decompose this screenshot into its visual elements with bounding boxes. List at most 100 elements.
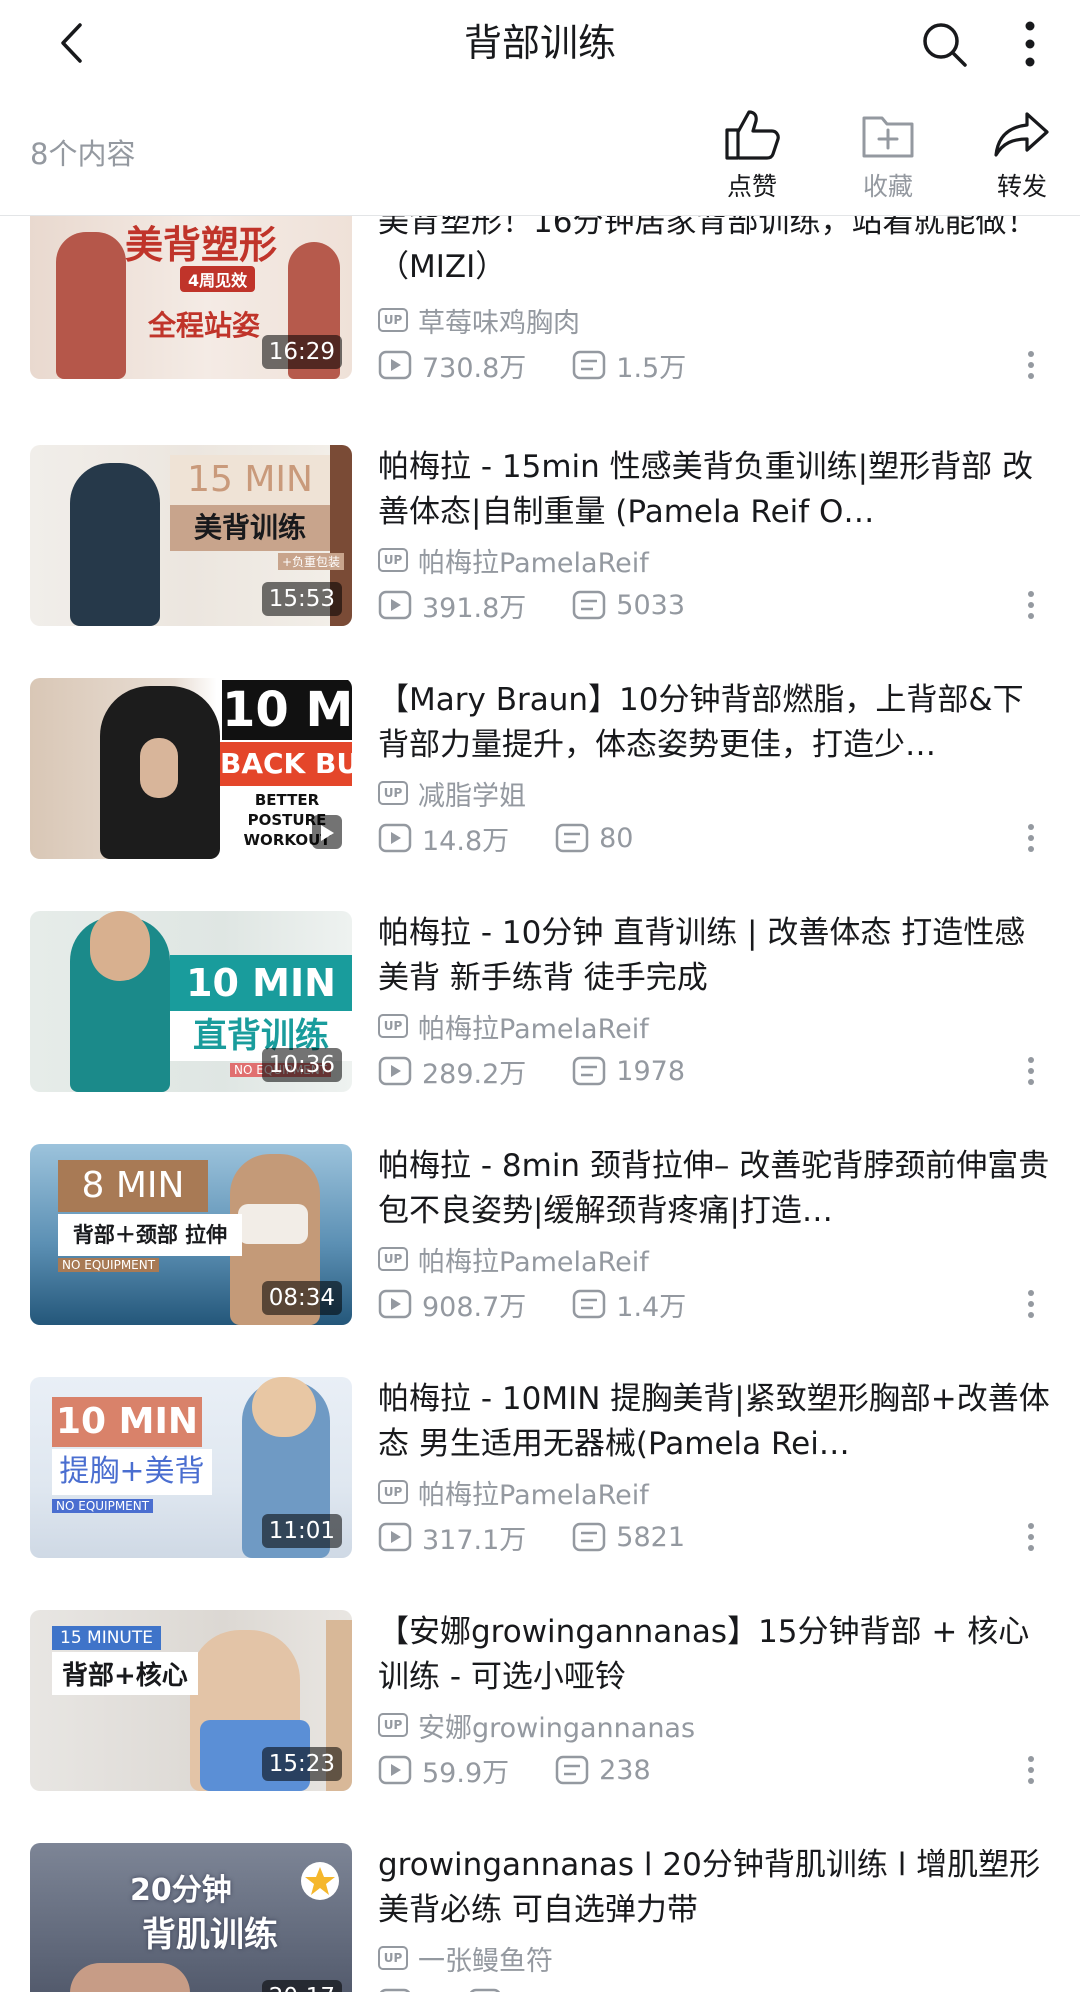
folder-add-icon: [862, 116, 914, 158]
up-badge-icon: UP: [378, 1713, 408, 1737]
play-count-icon: [378, 1522, 412, 1552]
stats-row: [378, 1985, 558, 1992]
uploader-name: 减脂学姐: [418, 780, 526, 812]
share-button[interactable]: 转发: [972, 106, 1072, 212]
up-badge-icon: UP: [378, 1946, 408, 1970]
video-title[interactable]: growingannanas l 20分钟背肌训练 l 增肌塑形美背必练 可自选…: [378, 1843, 1050, 1933]
collection-action-bar: 8个内容 点赞 收藏 转发: [0, 86, 1080, 216]
more-options-button[interactable]: [1010, 14, 1050, 74]
stats-row: 730.8万 1.5万: [378, 346, 732, 385]
uploader-row[interactable]: UP 安娜growingannanas: [378, 1708, 695, 1744]
video-thumbnail[interactable]: 美背塑形 4周见效 全程站姿 16:29: [30, 216, 352, 379]
share-label: 转发: [996, 172, 1047, 201]
view-count: 289.2万: [378, 1052, 526, 1091]
item-more-button[interactable]: [1016, 345, 1046, 385]
favorite-button[interactable]: 收藏: [838, 106, 938, 212]
video-title[interactable]: 帕梅拉 - 10分钟 直背训练 | 改善体态 打造性感美背 新手练背 徒手完成: [378, 911, 1050, 1001]
uploader-row[interactable]: UP 帕梅拉PamelaReif: [378, 543, 649, 579]
up-badge-icon: UP: [378, 1247, 408, 1271]
item-more-button[interactable]: [1016, 1051, 1046, 1091]
item-more-button[interactable]: [1016, 585, 1046, 625]
like-button[interactable]: 点赞: [702, 106, 802, 212]
back-chevron-icon: [61, 23, 82, 63]
uploader-name: 帕梅拉PamelaReif: [418, 547, 649, 579]
video-item[interactable]: 10 MIN BACK BURN BETTER POSTURE WORKOUT …: [0, 678, 1080, 862]
up-badge-icon: UP: [378, 548, 408, 572]
video-title[interactable]: 帕梅拉 - 15min 性感美背负重训练|塑形背部 改善体态|自制重量 (Pam…: [378, 445, 1050, 535]
uploader-name: 帕梅拉PamelaReif: [418, 1013, 649, 1045]
uploader-row[interactable]: UP 一张鳗鱼符: [378, 1941, 553, 1977]
uploader-row[interactable]: UP 帕梅拉PamelaReif: [378, 1475, 649, 1511]
danmaku-icon: [573, 1056, 606, 1086]
video-thumbnail[interactable]: 15 MINUTE 背部+核心 15:23: [30, 1610, 352, 1791]
comment-count: 238: [555, 1755, 651, 1786]
video-thumbnail[interactable]: 20分钟 背肌训练 20:17: [30, 1843, 352, 1992]
view-count: 59.9万: [378, 1751, 509, 1790]
play-icon: [321, 824, 334, 841]
content-count: 8个内容: [30, 137, 136, 171]
item-more-button[interactable]: [1016, 1750, 1046, 1790]
more-vertical-icon: [1028, 1756, 1034, 1784]
uploader-row[interactable]: UP 帕梅拉PamelaReif: [378, 1009, 649, 1045]
video-item[interactable]: 20分钟 背肌训练 20:17 growingannanas l 20分钟背肌训…: [0, 1843, 1080, 1992]
video-item[interactable]: 8 MIN 背部＋颈部 拉伸 NO EQUIPMENT 08:34 帕梅拉 - …: [0, 1144, 1080, 1328]
share-arrow-icon: [994, 112, 1049, 157]
video-item[interactable]: 10 MIN 提胸+美背 NO EQUIPMENT 11:01 帕梅拉 - 10…: [0, 1377, 1080, 1561]
uploader-row[interactable]: UP 帕梅拉PamelaReif: [378, 1242, 649, 1278]
video-thumbnail[interactable]: 15 MIN 美背训练 +负重包装 15:53: [30, 445, 352, 626]
video-item[interactable]: 15 MINUTE 背部+核心 15:23 【安娜growingannanas】…: [0, 1610, 1080, 1794]
video-list: 美背塑形 4周见效 全程站姿 16:29 美背塑形！16分钟居家背部训练，站着就…: [0, 216, 1080, 1992]
video-item[interactable]: 10 MIN 直背训练 NO EQUIPMENT 10:36 帕梅拉 - 10分…: [0, 911, 1080, 1095]
more-vertical-icon: [1028, 351, 1034, 379]
danmaku-icon: [573, 590, 606, 620]
comment-count: 5821: [572, 1522, 685, 1553]
view-count: 730.8万: [378, 346, 526, 385]
play-count-icon: [378, 1755, 412, 1785]
video-thumbnail[interactable]: 8 MIN 背部＋颈部 拉伸 NO EQUIPMENT 08:34: [30, 1144, 352, 1325]
more-vertical-icon: [1025, 21, 1035, 67]
comment-count: 1978: [572, 1056, 685, 1087]
video-thumbnail[interactable]: 10 MIN 直背训练 NO EQUIPMENT 10:36: [30, 911, 352, 1092]
more-vertical-icon: [1028, 591, 1034, 619]
stats-row: 59.9万 238: [378, 1751, 697, 1790]
more-vertical-icon: [1028, 1523, 1034, 1551]
duration-badge: 08:34: [261, 1281, 342, 1315]
play-count-icon: [379, 1988, 411, 1992]
video-title[interactable]: 帕梅拉 - 10MIN 提胸美背|紧致塑形胸部+改善体态 男生适用无器械(Pam…: [378, 1377, 1050, 1467]
play-count-icon: [378, 823, 412, 853]
view-count: 317.1万: [378, 1518, 526, 1557]
stats-row: 908.7万 1.4万: [378, 1285, 732, 1324]
thumbs-up-icon: [725, 110, 780, 160]
video-thumbnail[interactable]: 10 MIN 提胸+美背 NO EQUIPMENT 11:01: [30, 1377, 352, 1558]
comment-count: [468, 1988, 512, 1992]
video-item[interactable]: 美背塑形 4周见效 全程站姿 16:29 美背塑形！16分钟居家背部训练，站着就…: [0, 216, 1080, 394]
duration-badge: 10:36: [261, 1048, 342, 1082]
uploader-row[interactable]: UP 减脂学姐: [378, 776, 526, 812]
danmaku-icon: [573, 350, 606, 380]
like-label: 点赞: [726, 172, 777, 201]
video-title[interactable]: 【Mary Braun】10分钟背部燃脂，上背部&下背部力量提升，体态姿势更佳，…: [378, 678, 1050, 768]
duration-badge: 11:01: [261, 1514, 342, 1548]
play-count-icon: [378, 1289, 412, 1319]
more-vertical-icon: [1028, 824, 1034, 852]
back-button[interactable]: [46, 16, 96, 70]
danmaku-icon: [573, 1289, 606, 1319]
search-button[interactable]: [914, 14, 974, 74]
item-more-button[interactable]: [1016, 818, 1046, 858]
duration-badge: [312, 815, 342, 849]
video-title[interactable]: 美背塑形！16分钟居家背部训练，站着就能做！（MIZI）: [378, 216, 1050, 290]
item-more-button[interactable]: [1016, 1284, 1046, 1324]
duration-badge: 15:23: [261, 1747, 342, 1781]
uploader-row[interactable]: UP 草莓味鸡胸肉: [378, 303, 580, 339]
top-bar: 背部训练: [0, 0, 1080, 86]
video-item[interactable]: 15 MIN 美背训练 +负重包装 15:53 帕梅拉 - 15min 性感美背…: [0, 445, 1080, 629]
video-thumbnail[interactable]: 10 MIN BACK BURN BETTER POSTURE WORKOUT: [30, 678, 352, 859]
video-title[interactable]: 【安娜growingannanas】15分钟背部 + 核心训练 - 可选小哑铃: [378, 1610, 1050, 1700]
comment-count: 1.5万: [572, 346, 686, 385]
comment-count: 1.4万: [572, 1285, 686, 1324]
duration-badge: 16:29: [261, 335, 342, 369]
item-more-button[interactable]: [1016, 1517, 1046, 1557]
video-title[interactable]: 帕梅拉 - 8min 颈背拉伸– 改善驼背脖颈前伸富贵包不良姿势|缓解颈背疼痛|…: [378, 1144, 1050, 1234]
uploader-name: 一张鳗鱼符: [418, 1945, 553, 1977]
danmaku-icon: [555, 1755, 589, 1785]
